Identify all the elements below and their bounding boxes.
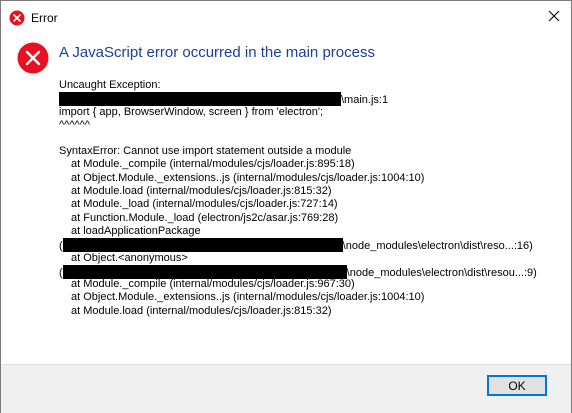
line-text: at Object.<anonymous> [71,251,188,264]
message-line: at loadApplicationPackage [59,225,559,238]
line-text: at Object.Module._extensions..js (intern… [71,171,425,184]
title-bar[interactable]: Error [1,1,571,35]
dialog-footer: OK [1,364,571,413]
message-line: at Object.<anonymous> [59,252,559,265]
message-line: at Module.load (internal/modules/cjs/loa… [59,185,559,198]
message-line: Uncaught Exception: [59,79,559,92]
message-line: ^^^^^^ [59,119,559,132]
line-text: at Object.Module._extensions..js (intern… [71,291,425,304]
line-text: at Module._load (internal/modules/cjs/lo… [71,198,338,211]
line-text: at Module._compile (internal/modules/cjs… [71,278,355,291]
window-title: Error [31,11,58,25]
line-text: at Module.load (internal/modules/cjs/loa… [71,304,332,317]
message-line: import { app, BrowserWindow, screen } fr… [59,106,559,119]
close-icon [548,9,560,27]
redaction-bar [62,238,343,253]
error-heading: A JavaScript error occurred in the main … [59,44,375,61]
error-message-body: Uncaught Exception: \main.js:1 import { ap… [59,79,559,318]
line-text: SyntaxError: Cannot use import statement… [59,145,352,158]
close-button[interactable] [539,3,569,33]
line-text: ^^^^^^ [59,118,90,131]
redacted-path-line: (\node_modules\electron\dist\resou...:9) [59,264,559,279]
line-text: Uncaught Exception: [59,79,161,91]
redacted-path-line: \main.js:1 [59,92,559,107]
ok-button[interactable]: OK [487,375,547,396]
message-line: at Object.Module._extensions..js (intern… [59,291,559,304]
message-line: at Module._load (internal/modules/cjs/lo… [59,198,559,211]
redaction-bar [62,264,347,279]
message-line: SyntaxError: Cannot use import statement… [59,145,559,158]
path-suffix: \node_modules\electron\dist\reso...:16) [342,240,533,253]
message-line: at Module._compile (internal/modules/cjs… [59,278,559,291]
path-suffix: \node_modules\electron\dist\resou...:9) [346,266,537,279]
redacted-path-line: (\node_modules\electron\dist\reso...:16) [59,238,559,253]
message-line: at Function.Module._load (electron/js2c/… [59,212,559,225]
path-suffix: \main.js:1 [341,94,389,107]
line-text: import { app, BrowserWindow, screen } fr… [59,105,324,118]
message-line: at Module._compile (internal/modules/cjs… [59,158,559,171]
error-icon [9,10,25,26]
message-line: at Object.Module._extensions..js (intern… [59,172,559,185]
line-text: at loadApplicationPackage [71,224,201,237]
redaction-bar [59,92,341,107]
error-icon-large [17,42,49,74]
line-text: at Function.Module._load (electron/js2c/… [71,211,339,224]
error-dialog-window: Error A JavaScript error occurred in the… [0,0,572,413]
line-text: at Module._compile (internal/modules/cjs… [71,158,355,171]
line-text: at Module.load (internal/modules/cjs/loa… [71,185,332,198]
message-line: at Module.load (internal/modules/cjs/loa… [59,305,559,318]
